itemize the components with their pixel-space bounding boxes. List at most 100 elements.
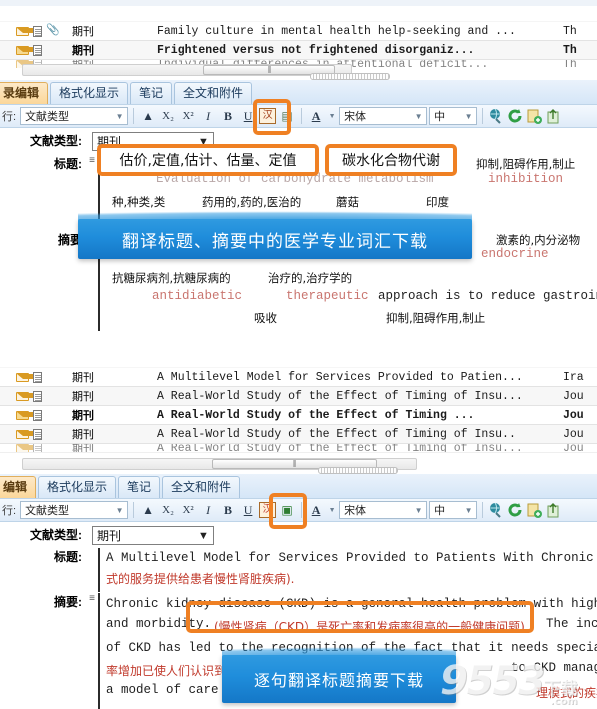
document-icon bbox=[33, 390, 42, 402]
font-size-select[interactable]: 中 ▼ bbox=[429, 107, 478, 125]
table-row[interactable]: 期刊 A Real-World Study of the Effect of T… bbox=[0, 387, 597, 406]
refresh-icon[interactable] bbox=[507, 108, 524, 125]
italic-button[interactable]: I bbox=[199, 107, 217, 125]
chevron-down-icon[interactable]: ▼ bbox=[114, 112, 125, 121]
underline-button[interactable]: U bbox=[239, 107, 257, 125]
italic-button[interactable]: I bbox=[199, 501, 217, 519]
tab-formatted-display[interactable]: 格式化显示 bbox=[50, 82, 129, 104]
tab-label: 格式化显示 bbox=[59, 86, 120, 100]
chevron-down-icon[interactable]: ▼ bbox=[114, 506, 125, 515]
table-row[interactable]: 期刊 A Real-World Study of the Effect of T… bbox=[0, 444, 597, 453]
bold-button[interactable]: B bbox=[219, 107, 237, 125]
tab-formatted-display[interactable]: 格式化显示 bbox=[38, 476, 117, 498]
font-color-button[interactable]: A bbox=[307, 501, 325, 519]
sentence-translate-button[interactable]: ▤ bbox=[278, 107, 296, 125]
row-icons bbox=[0, 428, 72, 440]
table-row[interactable]: 期刊 Frightened versus not frightened diso… bbox=[0, 41, 597, 60]
mail-open-icon bbox=[16, 372, 39, 382]
superscript-button[interactable]: X² bbox=[179, 501, 197, 519]
record-type: 期刊 bbox=[72, 26, 94, 38]
screenshot-page: 📎 期刊 Family culture in mental health hel… bbox=[0, 0, 597, 709]
splitter-grip-bottom[interactable] bbox=[318, 467, 398, 474]
clear-format-icon[interactable]: ▲ bbox=[139, 107, 157, 125]
document-icon bbox=[33, 428, 42, 440]
globe-link-icon[interactable] bbox=[488, 502, 505, 519]
chevron-down-icon[interactable]: ▼ bbox=[194, 530, 213, 542]
record-type: 期刊 bbox=[72, 444, 94, 453]
mail-open-icon bbox=[16, 391, 39, 401]
word-translate-button[interactable]: 汉 bbox=[259, 108, 277, 124]
tab-record-edit[interactable]: 录编辑 bbox=[0, 82, 49, 104]
subscript-button[interactable]: X₂ bbox=[159, 107, 177, 125]
record-list-bottom[interactable]: 期刊 A Multilevel Model for Services Provi… bbox=[0, 357, 597, 462]
tab-fulltext-attachments[interactable]: 全文和附件 bbox=[174, 82, 253, 104]
sentence-translate-button[interactable]: ▣ bbox=[278, 501, 296, 519]
title-chinese: 式的服务提供给患者慢性肾脏疾病). bbox=[106, 572, 295, 586]
doc-type-value-wrap: 期刊 ▼ bbox=[86, 526, 597, 545]
table-row[interactable]: 📎 期刊 Family culture in mental health hel… bbox=[0, 22, 597, 41]
underline-button[interactable]: U bbox=[239, 501, 257, 519]
tabstrip-top[interactable]: 录编辑 格式化显示 笔记 全文和附件 bbox=[0, 80, 597, 104]
record-title: Family culture in mental health help-see… bbox=[157, 24, 516, 38]
font-name-select[interactable]: 宋体 ▼ bbox=[339, 501, 428, 519]
format-toolbar-bottom[interactable]: 行: 文献类型 ▼ ▲ X₂ X² I B U 汉 ▣ A ▼ 宋体 ▼ 中 ▼ bbox=[0, 498, 597, 522]
font-color-chevron-icon[interactable]: ▼ bbox=[327, 501, 337, 519]
font-name-value: 宋体 bbox=[344, 111, 367, 123]
doc-type-select[interactable]: 期刊 ▼ bbox=[92, 526, 214, 545]
export-icon[interactable] bbox=[545, 502, 562, 519]
tab-fulltext-attachments[interactable]: 全文和附件 bbox=[162, 476, 241, 498]
font-name-select[interactable]: 宋体 ▼ bbox=[339, 107, 428, 125]
divider bbox=[482, 502, 484, 518]
font-size-select[interactable]: 中 ▼ bbox=[429, 501, 478, 519]
word-translate-button[interactable]: 汉 bbox=[259, 502, 277, 518]
row-label: 行: bbox=[2, 505, 17, 517]
field-select[interactable]: 文献类型 ▼ bbox=[20, 501, 129, 519]
chevron-down-icon[interactable]: ▼ bbox=[413, 112, 424, 121]
title-value[interactable]: A Multilevel Model for Services Provided… bbox=[98, 548, 597, 592]
add-note-icon[interactable] bbox=[526, 108, 543, 125]
callout-banner-top: 翻译标题、摘要中的医学专业词汇下载 bbox=[78, 207, 472, 259]
tab-notes[interactable]: 笔记 bbox=[130, 82, 173, 104]
abstract-label: 摘要 bbox=[57, 233, 82, 247]
document-icon bbox=[33, 409, 42, 421]
superscript-button[interactable]: X² bbox=[179, 107, 197, 125]
splitter-grip-top[interactable] bbox=[310, 73, 390, 80]
font-color-button[interactable]: A bbox=[307, 107, 325, 125]
export-icon[interactable] bbox=[545, 108, 562, 125]
format-toolbar-top[interactable]: 行: 文献类型 ▼ ▲ X₂ X² I B U 汉 ▤ A ▼ 宋体 ▼ 中 ▼ bbox=[0, 104, 597, 128]
chevron-down-icon[interactable]: ▼ bbox=[463, 112, 474, 121]
row-icons bbox=[0, 390, 72, 402]
tabstrip-bottom[interactable]: 编辑 格式化显示 笔记 全文和附件 bbox=[0, 474, 597, 498]
globe-link-icon[interactable] bbox=[488, 108, 505, 125]
abstract-english-2a: antidiabetic bbox=[152, 289, 243, 303]
add-note-icon[interactable] bbox=[526, 502, 543, 519]
record-list-top[interactable]: 📎 期刊 Family culture in mental health hel… bbox=[0, 6, 597, 68]
title-gloss-3: 抑制,阻碍作用,制止 bbox=[476, 157, 576, 171]
subscript-button[interactable]: X₂ bbox=[159, 501, 177, 519]
abstract-gloss-right-1: 激素的,内分泌物 bbox=[496, 233, 581, 247]
tab-notes[interactable]: 笔记 bbox=[118, 476, 161, 498]
tab-label: 编辑 bbox=[3, 480, 28, 494]
record-title: Frightened versus not frightened disorga… bbox=[157, 43, 475, 57]
table-row[interactable] bbox=[0, 6, 597, 22]
chevron-down-icon[interactable]: ▼ bbox=[463, 506, 474, 515]
tab-label: 录编辑 bbox=[3, 86, 40, 100]
horizontal-scrollbar-top[interactable] bbox=[22, 64, 352, 76]
font-color-chevron-icon[interactable]: ▼ bbox=[327, 107, 337, 125]
table-row[interactable] bbox=[0, 357, 597, 368]
refresh-icon[interactable] bbox=[507, 502, 524, 519]
divider bbox=[133, 108, 135, 124]
tab-record-edit[interactable]: 编辑 bbox=[0, 476, 37, 498]
record-title: A Real-World Study of the Effect of Timi… bbox=[157, 444, 523, 453]
table-row[interactable]: 期刊 A Real-World Study of the Effect of T… bbox=[0, 406, 597, 425]
table-row[interactable]: 期刊 A Real-World Study of the Effect of T… bbox=[0, 425, 597, 444]
bold-button[interactable]: B bbox=[219, 501, 237, 519]
doc-type-row: 文献类型: 期刊 ▼ bbox=[0, 524, 597, 545]
table-row[interactable]: 期刊 A Multilevel Model for Services Provi… bbox=[0, 368, 597, 387]
highlight-title-gloss-2: 碳水化合物代谢 bbox=[325, 144, 457, 176]
abstract-english-2c: approach is to reduce gastrointe bbox=[378, 289, 597, 303]
field-select[interactable]: 文献类型 ▼ bbox=[20, 107, 129, 125]
clear-format-icon[interactable]: ▲ bbox=[139, 501, 157, 519]
chevron-down-icon[interactable]: ▼ bbox=[413, 506, 424, 515]
record-journal: Ira bbox=[563, 370, 584, 384]
